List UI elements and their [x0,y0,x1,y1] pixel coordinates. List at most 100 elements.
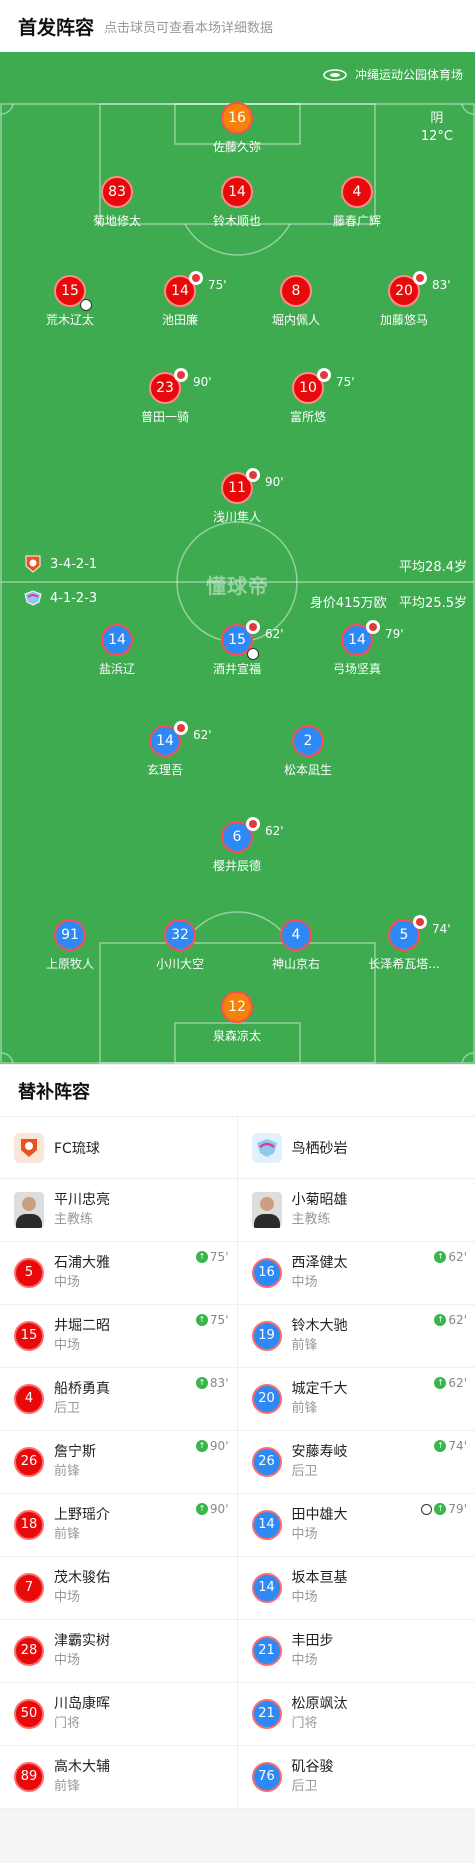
shirt-number: 5 [14,1258,44,1288]
sub-off-time: 75' [336,375,355,389]
fc-ryukyu-logo-icon [14,1132,44,1163]
sub-player-name: 船桥勇真 [54,1381,110,1397]
away-team-row[interactable]: 鸟栖砂岩 [237,1117,475,1179]
shirt-number: 8 [280,275,312,307]
home-player-7[interactable]: 20 83' 加藤悠马 [339,271,469,328]
home-player-3[interactable]: 4 藤春广辉 [292,176,422,229]
away-sub-row[interactable]: 19 铃木大驰 前锋 ↑ 62' [237,1305,475,1368]
home-sub-row[interactable]: 28 津霸实树 中场 [0,1620,237,1683]
sub-on-icon: ↑ [195,1440,208,1452]
home-player-5[interactable]: 14 75' 池田廉 [115,271,245,328]
home-sub-row[interactable]: 89 高木大辅 前锋 [0,1746,237,1809]
player-name: 泉森凉太 [212,1029,261,1043]
sub-on-indicator: ↑ 79' [421,1502,467,1516]
shirt-number: 14 75' [164,271,227,307]
shirt-number: 14 [101,624,133,656]
goal-ball-icon [80,299,92,311]
player-name: 富所悠 [289,410,326,424]
away-player-7[interactable]: 32 小川大空 [115,919,245,972]
sub-player-name: 上野瑶介 [54,1507,110,1523]
shirt-number: 50 [14,1699,44,1729]
coach-avatar [14,1192,44,1228]
home-team-row[interactable]: FC琉球 [0,1117,237,1179]
home-sub-row[interactable]: 5 石浦大雅 中场 ↑ 75' [0,1242,237,1305]
sub-player-position: 前锋 [54,1464,81,1479]
away-sub-row[interactable]: 16 西泽健太 中场 ↑ 62' [237,1242,475,1305]
shirt-number: 4 [14,1384,44,1414]
sub-on-indicator: ↑ 62' [434,1313,467,1327]
away-sub-row[interactable]: 21 丰田步 中场 [237,1620,475,1683]
player-name: 加藤悠马 [379,313,428,327]
away-sub-row[interactable]: 20 城定千大 前锋 ↑ 62' [237,1368,475,1431]
shirt-number: 5 74' [388,915,451,951]
shirt-number: 16 [221,102,253,134]
shirt-number: 21 [251,1699,282,1729]
away-team-name: 鸟栖砂岩 [291,1140,348,1157]
away-sub-row[interactable]: 14 坂本亘基 中场 [237,1557,475,1620]
away-player-3[interactable]: 14 62' 玄理吾 [100,721,230,778]
player-name: 藤春广辉 [332,214,381,228]
sub-on-icon: ↑ [434,1251,447,1263]
away-player-9[interactable]: 5 74' 长泽希瓦塔... [339,915,469,972]
goal-ball-icon [247,648,259,660]
sub-player-name: 丰田步 [291,1633,334,1649]
home-sub-row[interactable]: 15 井堀二昭 中场 ↑ 75' [0,1305,237,1368]
away-player-1[interactable]: 15 62' 酒井宣福 [172,620,302,677]
home-sub-row[interactable]: 26 詹宁斯 前锋 ↑ 90' [0,1431,237,1494]
player-name: 玄理吾 [146,763,183,777]
sub-on-time: 90' [209,1502,229,1516]
sub-player-position: 门将 [54,1716,81,1731]
sub-on-time: 74' [448,1439,467,1453]
player-name: 菊地修太 [92,214,141,228]
home-player-2[interactable]: 14 铃木顺也 [172,176,302,229]
sub-off-time: 75' [208,278,227,292]
home-player-9[interactable]: 10 75' 富所悠 [243,368,373,425]
sub-player-position: 前锋 [54,1779,81,1794]
away-sub-row[interactable]: 14 田中雄大 中场 ↑ 79' [237,1494,475,1557]
shirt-number: 15 62' [221,620,284,660]
sub-player-position: 中场 [54,1590,81,1605]
sub-player-position: 中场 [291,1527,318,1542]
away-player-4[interactable]: 2 松本凪生 [243,725,373,778]
home-player-1[interactable]: 83 菊地修太 [52,176,182,229]
substitutes-title: 替补阵容 [0,1064,475,1116]
sub-player-position: 后卫 [54,1401,81,1416]
lineup-hint: 点击球员可查看本场详细数据 [104,20,274,36]
shirt-number: 20 83' [388,271,451,307]
sub-off-icon [317,368,331,382]
sub-off-icon [366,620,380,634]
shirt-number: 89 [14,1762,44,1792]
home-sub-row[interactable]: 18 上野瑶介 前锋 ↑ 90' [0,1494,237,1557]
sub-on-time: 62' [448,1250,467,1264]
shirt-number: 76 [251,1762,282,1792]
sub-player-position: 中场 [291,1275,318,1290]
home-coach-row[interactable]: 平川忠亮 主教练 [0,1179,237,1242]
away-sub-row[interactable]: 21 松原飒汰 门将 [237,1683,475,1746]
shirt-number: 23 90' [149,368,212,404]
away-player-10[interactable]: 12 泉森凉太 [172,991,302,1044]
home-player-10[interactable]: 11 90' 浅川隼人 [172,468,302,525]
away-coach-row[interactable]: 小菊昭雄 主教练 [237,1179,475,1242]
away-coach-name: 小菊昭雄 [291,1192,348,1208]
home-player-8[interactable]: 23 90' 普田一骑 [100,368,230,425]
sub-on-time: 62' [448,1376,467,1390]
away-player-2[interactable]: 14 79' 弓场坚真 [292,620,422,677]
away-sub-row[interactable]: 26 安藤寿岐 后卫 ↑ 74' [237,1431,475,1494]
sub-on-icon: ↑ [195,1503,208,1515]
home-sub-row[interactable]: 50 川岛康晖 门将 [0,1683,237,1746]
sub-player-position: 中场 [291,1653,318,1668]
home-sub-row[interactable]: 4 船桥勇真 后卫 ↑ 83' [0,1368,237,1431]
home-sub-row[interactable]: 7 茂木骏佑 中场 [0,1557,237,1620]
away-player-5[interactable]: 6 62' 樱井辰德 [172,817,302,874]
sub-player-name: 津霸实树 [54,1633,110,1649]
sub-player-position: 中场 [291,1590,318,1605]
sub-player-name: 城定千大 [291,1381,348,1397]
home-coach-role: 主教练 [54,1212,94,1227]
home-player-0[interactable]: 16 佐藤久弥 [172,102,302,155]
sub-on-indicator: ↑ 62' [434,1376,467,1390]
shirt-number: 14 62' [149,721,212,757]
away-sub-row[interactable]: 76 矶谷骏 后卫 [237,1746,475,1809]
shirt-number: 83 [101,176,133,208]
sub-off-time: 79' [385,627,404,641]
away-player-0[interactable]: 14 盐浜辽 [52,624,182,677]
